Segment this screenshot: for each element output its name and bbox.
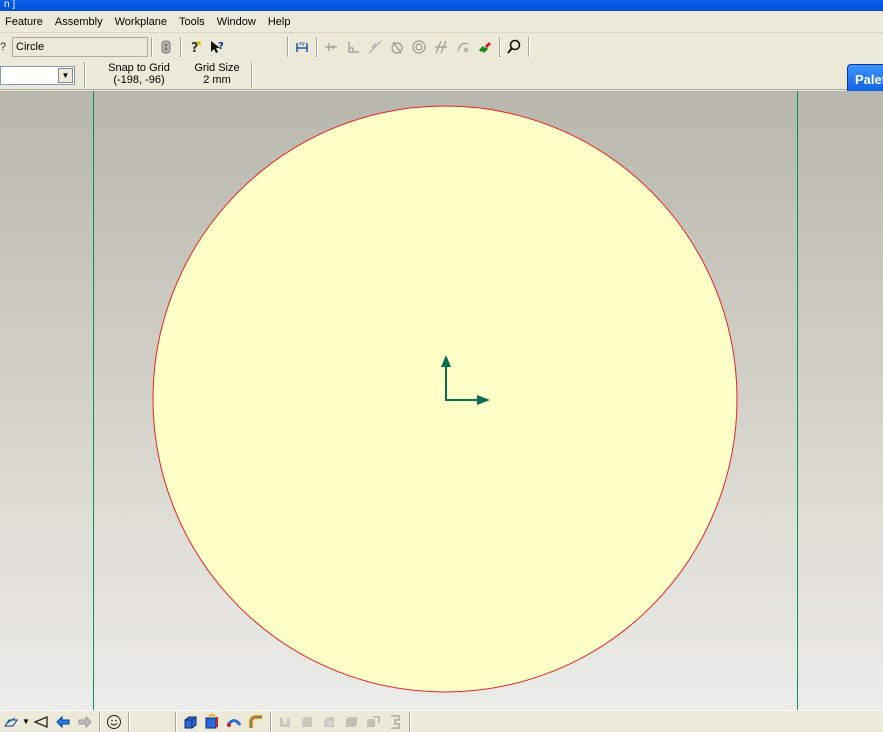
workplane-select[interactable]: ▼ [0,66,75,85]
bottom-toolbar: ▼ [0,710,883,732]
pattern-icon[interactable] [362,712,384,732]
perpendicular-icon[interactable] [342,36,364,58]
svg-text:?: ? [218,41,224,52]
dimension-icon[interactable]: xy [291,36,313,58]
toolbar-separator [127,711,129,732]
menu-assembly[interactable]: Assembly [49,12,109,32]
palette-tab[interactable]: Palet [847,64,883,94]
sketch-toolbar: ? Circle ? ? xy [0,34,883,60]
shell-icon[interactable] [274,712,296,732]
sketch-canvas[interactable] [0,91,883,710]
chamfer-icon[interactable] [318,712,340,732]
toolbar-separator [269,711,271,732]
toolbar-separator [98,711,100,732]
extrude-icon[interactable] [179,712,201,732]
gear-icon[interactable] [155,36,177,58]
sweep-icon[interactable] [223,712,245,732]
fix-icon[interactable] [452,36,474,58]
menu-tools[interactable]: Tools [173,12,211,32]
parallel-icon[interactable] [430,36,452,58]
menu-help[interactable]: Help [262,12,297,32]
question-icon: ? [0,41,7,53]
fillet-icon[interactable] [296,712,318,732]
triangle-icon[interactable] [30,712,52,732]
snap-to-grid-indicator: Snap to Grid (-198, -96) [100,62,178,86]
menu-workplane[interactable]: Workplane [109,12,173,32]
toolbar-separator [408,711,410,732]
revolve-icon[interactable] [201,712,223,732]
status-row: ▼ Snap to Grid (-198, -96) Grid Size 2 m… [0,60,883,90]
horizontal-constraint-icon[interactable] [320,36,342,58]
zoom-icon[interactable] [503,36,525,58]
menu-bar: Feature Assembly Workplane Tools Window … [0,11,883,33]
back-arrow-icon[interactable] [52,712,74,732]
plane-icon[interactable] [0,712,22,732]
mirror-icon[interactable] [384,712,406,732]
menu-window[interactable]: Window [211,12,262,32]
toolbar-separator [180,37,181,57]
toolbar-separator [174,711,176,732]
tangent-icon[interactable] [364,36,386,58]
toolbar-separator [151,37,152,57]
smiley-icon[interactable] [103,712,125,732]
sketch-svg [93,91,798,710]
whats-this-icon[interactable]: ? [206,36,228,58]
toolbar-separator [287,37,288,57]
svg-text:xy: xy [299,41,305,47]
snap-label: Snap to Grid [108,62,170,74]
coincident-icon[interactable] [386,36,408,58]
toolbar-separator [316,37,317,57]
menu-feature[interactable]: Feature [0,12,49,32]
chevron-down-icon[interactable]: ▼ [58,68,73,83]
toolbar-separator [499,37,500,57]
forward-arrow-icon[interactable] [74,712,96,732]
title-bar: n ] [0,0,883,11]
grid-size-indicator: Grid Size 2 mm [188,62,246,86]
command-field[interactable]: Circle [12,37,148,57]
concentric-icon[interactable] [408,36,430,58]
help-icon[interactable]: ? [184,36,206,58]
magnet-icon[interactable] [474,36,496,58]
draft-icon[interactable] [340,712,362,732]
window-title: n ] [4,0,16,10]
dropdown-arrow-icon[interactable]: ▼ [22,717,30,726]
snap-coordinates: (-198, -96) [113,74,165,86]
grid-size-value: 2 mm [203,74,231,86]
grid-size-label: Grid Size [194,62,240,74]
status-separator [84,62,85,88]
status-separator [251,62,252,88]
loft-icon[interactable] [245,712,267,732]
toolbar-separator [528,37,529,57]
